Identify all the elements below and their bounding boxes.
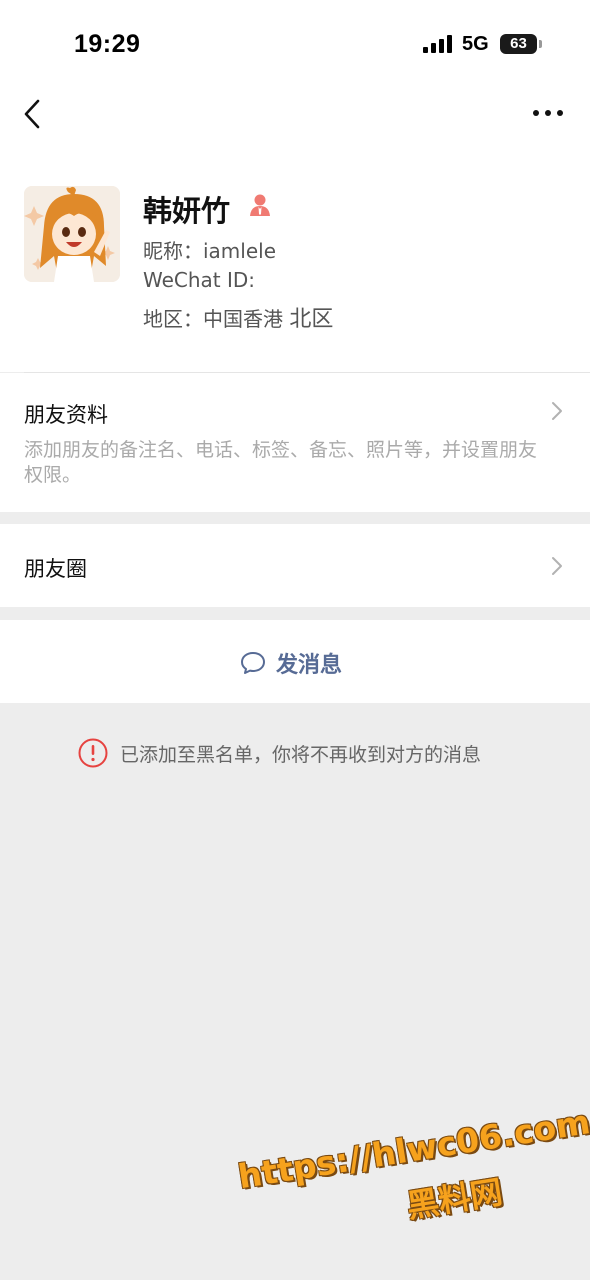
blacklist-notice: 已添加至黑名单，你将不再收到对方的消息 <box>78 737 481 769</box>
profile-region: 地区：中国香港 北区 <box>143 301 333 333</box>
chevron-right-icon <box>552 557 562 575</box>
send-message-content: 发消息 <box>240 648 342 678</box>
region-text: 地区：中国香港 <box>143 307 283 331</box>
friend-info-row[interactable]: 朋友资料 添加朋友的备注名、电话、标签、备忘、照片等，并设置朋友权限。 <box>0 373 590 512</box>
profile-nickname: 昵称：iamlele <box>143 239 277 263</box>
nav-bar <box>0 84 590 144</box>
send-message-label: 发消息 <box>276 653 343 678</box>
watermark-name: 黑料网 <box>404 1172 505 1226</box>
battery-level: 63 <box>510 35 527 52</box>
chevron-right-icon <box>552 402 562 420</box>
profile-wechat-id: WeChat ID: <box>143 268 256 292</box>
status-bar: 19:29 5G 63 <box>0 0 590 84</box>
battery-tip <box>539 40 542 48</box>
more-dots-icon <box>533 110 563 116</box>
chevron-left-icon <box>24 99 40 129</box>
chat-bubble-icon <box>241 652 265 674</box>
friend-info-description: 添加朋友的备注名、电话、标签、备忘、照片等，并设置朋友权限。 <box>24 439 538 486</box>
status-time: 19:29 <box>74 30 141 58</box>
warning-icon <box>78 738 108 768</box>
battery-icon: 63 <box>500 34 537 54</box>
moments-title: 朋友圈 <box>24 557 87 581</box>
watermark: https://hlwc06.com 黑料网 <box>232 1081 590 1264</box>
blacklist-notice-text: 已添加至黑名单，你将不再收到对方的消息 <box>120 743 482 766</box>
send-message-button[interactable]: 发消息 <box>0 620 590 703</box>
avatar-image <box>24 186 120 282</box>
person-badge-icon <box>250 194 270 216</box>
profile-header: 韩妍竹 昵称：iamlele WeChat ID: 地区：中国香港 北区 <box>0 144 590 372</box>
network-label: 5G <box>462 33 489 55</box>
region-extra-text: 北区 <box>289 307 334 332</box>
friend-info-title: 朋友资料 <box>24 403 108 427</box>
avatar[interactable] <box>24 186 120 282</box>
signal-icon <box>423 35 453 53</box>
profile-name: 韩妍竹 <box>143 194 231 228</box>
moments-row[interactable]: 朋友圈 <box>0 524 590 607</box>
more-button[interactable] <box>528 98 568 128</box>
back-button[interactable] <box>16 96 52 132</box>
